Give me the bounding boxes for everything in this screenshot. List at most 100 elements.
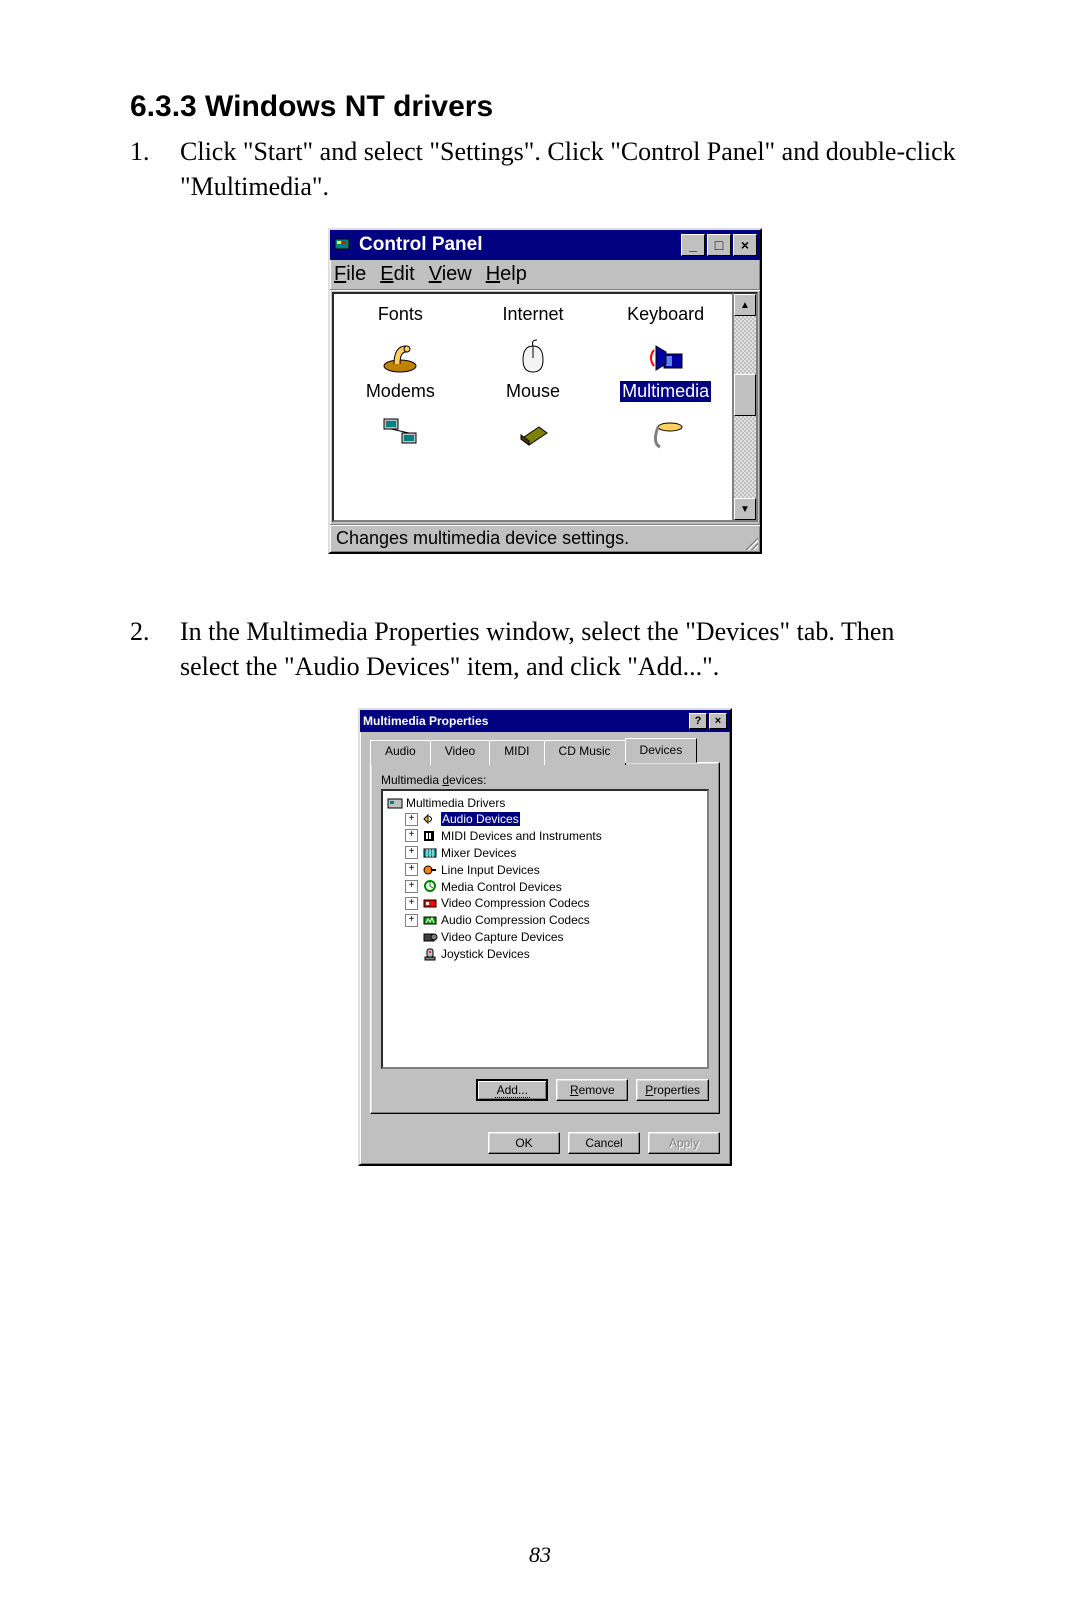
tree-item-label: Mixer Devices <box>441 846 516 860</box>
properties-button[interactable]: Properties <box>636 1079 709 1101</box>
device-icon <box>422 812 438 826</box>
section-heading: 6.3.3 Windows NT drivers <box>130 90 960 124</box>
tree-item-label: Joystick Devices <box>441 947 530 961</box>
device-icon <box>422 896 438 910</box>
tab-pane-devices: Multimedia devices: Multimedia Drivers +… <box>370 762 720 1114</box>
step-text: In the Multimedia Properties window, sel… <box>180 614 960 684</box>
tab-cdmusic[interactable]: CD Music <box>544 740 626 765</box>
icon-ports[interactable] <box>606 412 726 458</box>
tree-item[interactable]: Video Capture Devices <box>405 928 703 945</box>
multimedia-icon <box>606 335 726 377</box>
scroll-up-button[interactable]: ▲ <box>734 294 756 316</box>
tree-item-label: Audio Devices <box>441 812 520 826</box>
menu-edit[interactable]: Edit <box>380 263 414 286</box>
menu-view[interactable]: View <box>429 263 472 286</box>
network-icon <box>340 412 460 454</box>
tree-item-label: Video Capture Devices <box>441 930 564 944</box>
device-icon <box>422 829 438 843</box>
resize-grip[interactable] <box>742 534 758 550</box>
mouse-icon <box>473 335 593 377</box>
tree-item-label: Video Compression Codecs <box>441 896 590 910</box>
tree-item[interactable]: + Line Input Devices <box>405 861 703 878</box>
tree-item[interactable]: + Video Compression Codecs <box>405 894 703 911</box>
device-icon <box>422 846 438 860</box>
drivers-icon <box>387 796 403 810</box>
icon-area[interactable]: Fonts Internet Keyboard Modems <box>332 292 734 522</box>
remove-button[interactable]: Remove <box>556 1079 628 1101</box>
dialog-title: Multimedia Properties <box>363 714 687 728</box>
scrollbar[interactable]: ▲ ▼ <box>734 292 758 522</box>
step-text: Click "Start" and select "Settings". Cli… <box>180 134 960 204</box>
menu-help[interactable]: Help <box>486 263 527 286</box>
step-2: 2. In the Multimedia Properties window, … <box>130 614 960 684</box>
card-icon <box>473 412 593 454</box>
tree-item[interactable]: + Media Control Devices <box>405 878 703 895</box>
expand-icon[interactable]: + <box>405 863 418 876</box>
tab-video[interactable]: Video <box>430 740 490 765</box>
apply-button: Apply <box>648 1132 720 1154</box>
tree-item-label: MIDI Devices and Instruments <box>441 829 602 843</box>
step-number: 1. <box>130 134 180 204</box>
scroll-down-button[interactable]: ▼ <box>734 498 756 520</box>
icon-network[interactable] <box>340 412 460 458</box>
tab-strip: Audio Video MIDI CD Music Devices <box>370 738 720 763</box>
expand-icon[interactable]: + <box>405 880 418 893</box>
control-panel-window: Control Panel _ □ × File Edit View Help … <box>328 228 762 554</box>
tree-item[interactable]: + Audio Devices <box>405 810 703 827</box>
modems-icon <box>340 335 460 377</box>
icon-mouse[interactable]: Mouse <box>473 335 593 402</box>
menu-file[interactable]: File <box>334 263 366 286</box>
icon-multimedia[interactable]: Multimedia <box>606 335 726 402</box>
tab-audio[interactable]: Audio <box>370 740 431 765</box>
tree-item[interactable]: + Mixer Devices <box>405 844 703 861</box>
expand-icon[interactable]: + <box>405 829 418 842</box>
expand-icon[interactable]: + <box>405 846 418 859</box>
tree-item-label: Audio Compression Codecs <box>441 913 590 927</box>
tree-item[interactable]: + MIDI Devices and Instruments <box>405 827 703 844</box>
tree-root-item[interactable]: Multimedia Drivers +Audio Devices+MIDI D… <box>387 794 703 962</box>
multimedia-properties-dialog: Multimedia Properties ? × Audio Video MI… <box>358 708 732 1166</box>
close-button[interactable]: × <box>733 234 757 256</box>
expand-icon[interactable]: + <box>405 813 418 826</box>
icon-keyboard[interactable]: Keyboard <box>606 304 726 325</box>
device-icon <box>422 947 438 961</box>
statusbar: Changes multimedia device settings. <box>330 524 760 552</box>
expand-icon[interactable]: + <box>405 897 418 910</box>
device-icon <box>422 879 438 893</box>
scroll-thumb[interactable] <box>734 374 756 416</box>
tab-devices[interactable]: Devices <box>625 738 698 763</box>
status-text: Changes multimedia device settings. <box>336 528 629 549</box>
titlebar[interactable]: Control Panel _ □ × <box>330 230 760 260</box>
tree-item-label: Line Input Devices <box>441 863 540 877</box>
ok-button[interactable]: OK <box>488 1132 560 1154</box>
minimize-button[interactable]: _ <box>681 234 705 256</box>
ports-icon <box>606 412 726 454</box>
add-button[interactable]: Add... <box>476 1079 548 1101</box>
device-tree[interactable]: Multimedia Drivers +Audio Devices+MIDI D… <box>381 789 709 1069</box>
step-number: 2. <box>130 614 180 684</box>
device-icon <box>422 913 438 927</box>
icon-pcmcia[interactable] <box>473 412 593 458</box>
titlebar[interactable]: Multimedia Properties ? × <box>360 710 730 732</box>
device-icon <box>422 863 438 877</box>
tree-label: Multimedia devices: <box>381 773 709 787</box>
close-button[interactable]: × <box>709 713 727 729</box>
expand-icon[interactable]: + <box>405 914 418 927</box>
tree-item-label: Media Control Devices <box>441 879 562 893</box>
help-button[interactable]: ? <box>689 713 707 729</box>
icon-internet[interactable]: Internet <box>473 304 593 325</box>
control-panel-icon <box>333 236 353 254</box>
icon-modems[interactable]: Modems <box>340 335 460 402</box>
tab-midi[interactable]: MIDI <box>489 740 544 765</box>
tree-item[interactable]: + Audio Compression Codecs <box>405 911 703 928</box>
maximize-button[interactable]: □ <box>707 234 731 256</box>
step-1: 1. Click "Start" and select "Settings". … <box>130 134 960 204</box>
menubar: File Edit View Help <box>330 260 760 290</box>
icon-fonts[interactable]: Fonts <box>340 304 460 325</box>
selected-icon-label: Multimedia <box>620 381 711 402</box>
tree-item[interactable]: Joystick Devices <box>405 945 703 962</box>
page-number: 83 <box>0 1542 1080 1568</box>
cancel-button[interactable]: Cancel <box>568 1132 640 1154</box>
device-icon <box>422 930 438 944</box>
window-title: Control Panel <box>359 234 679 256</box>
